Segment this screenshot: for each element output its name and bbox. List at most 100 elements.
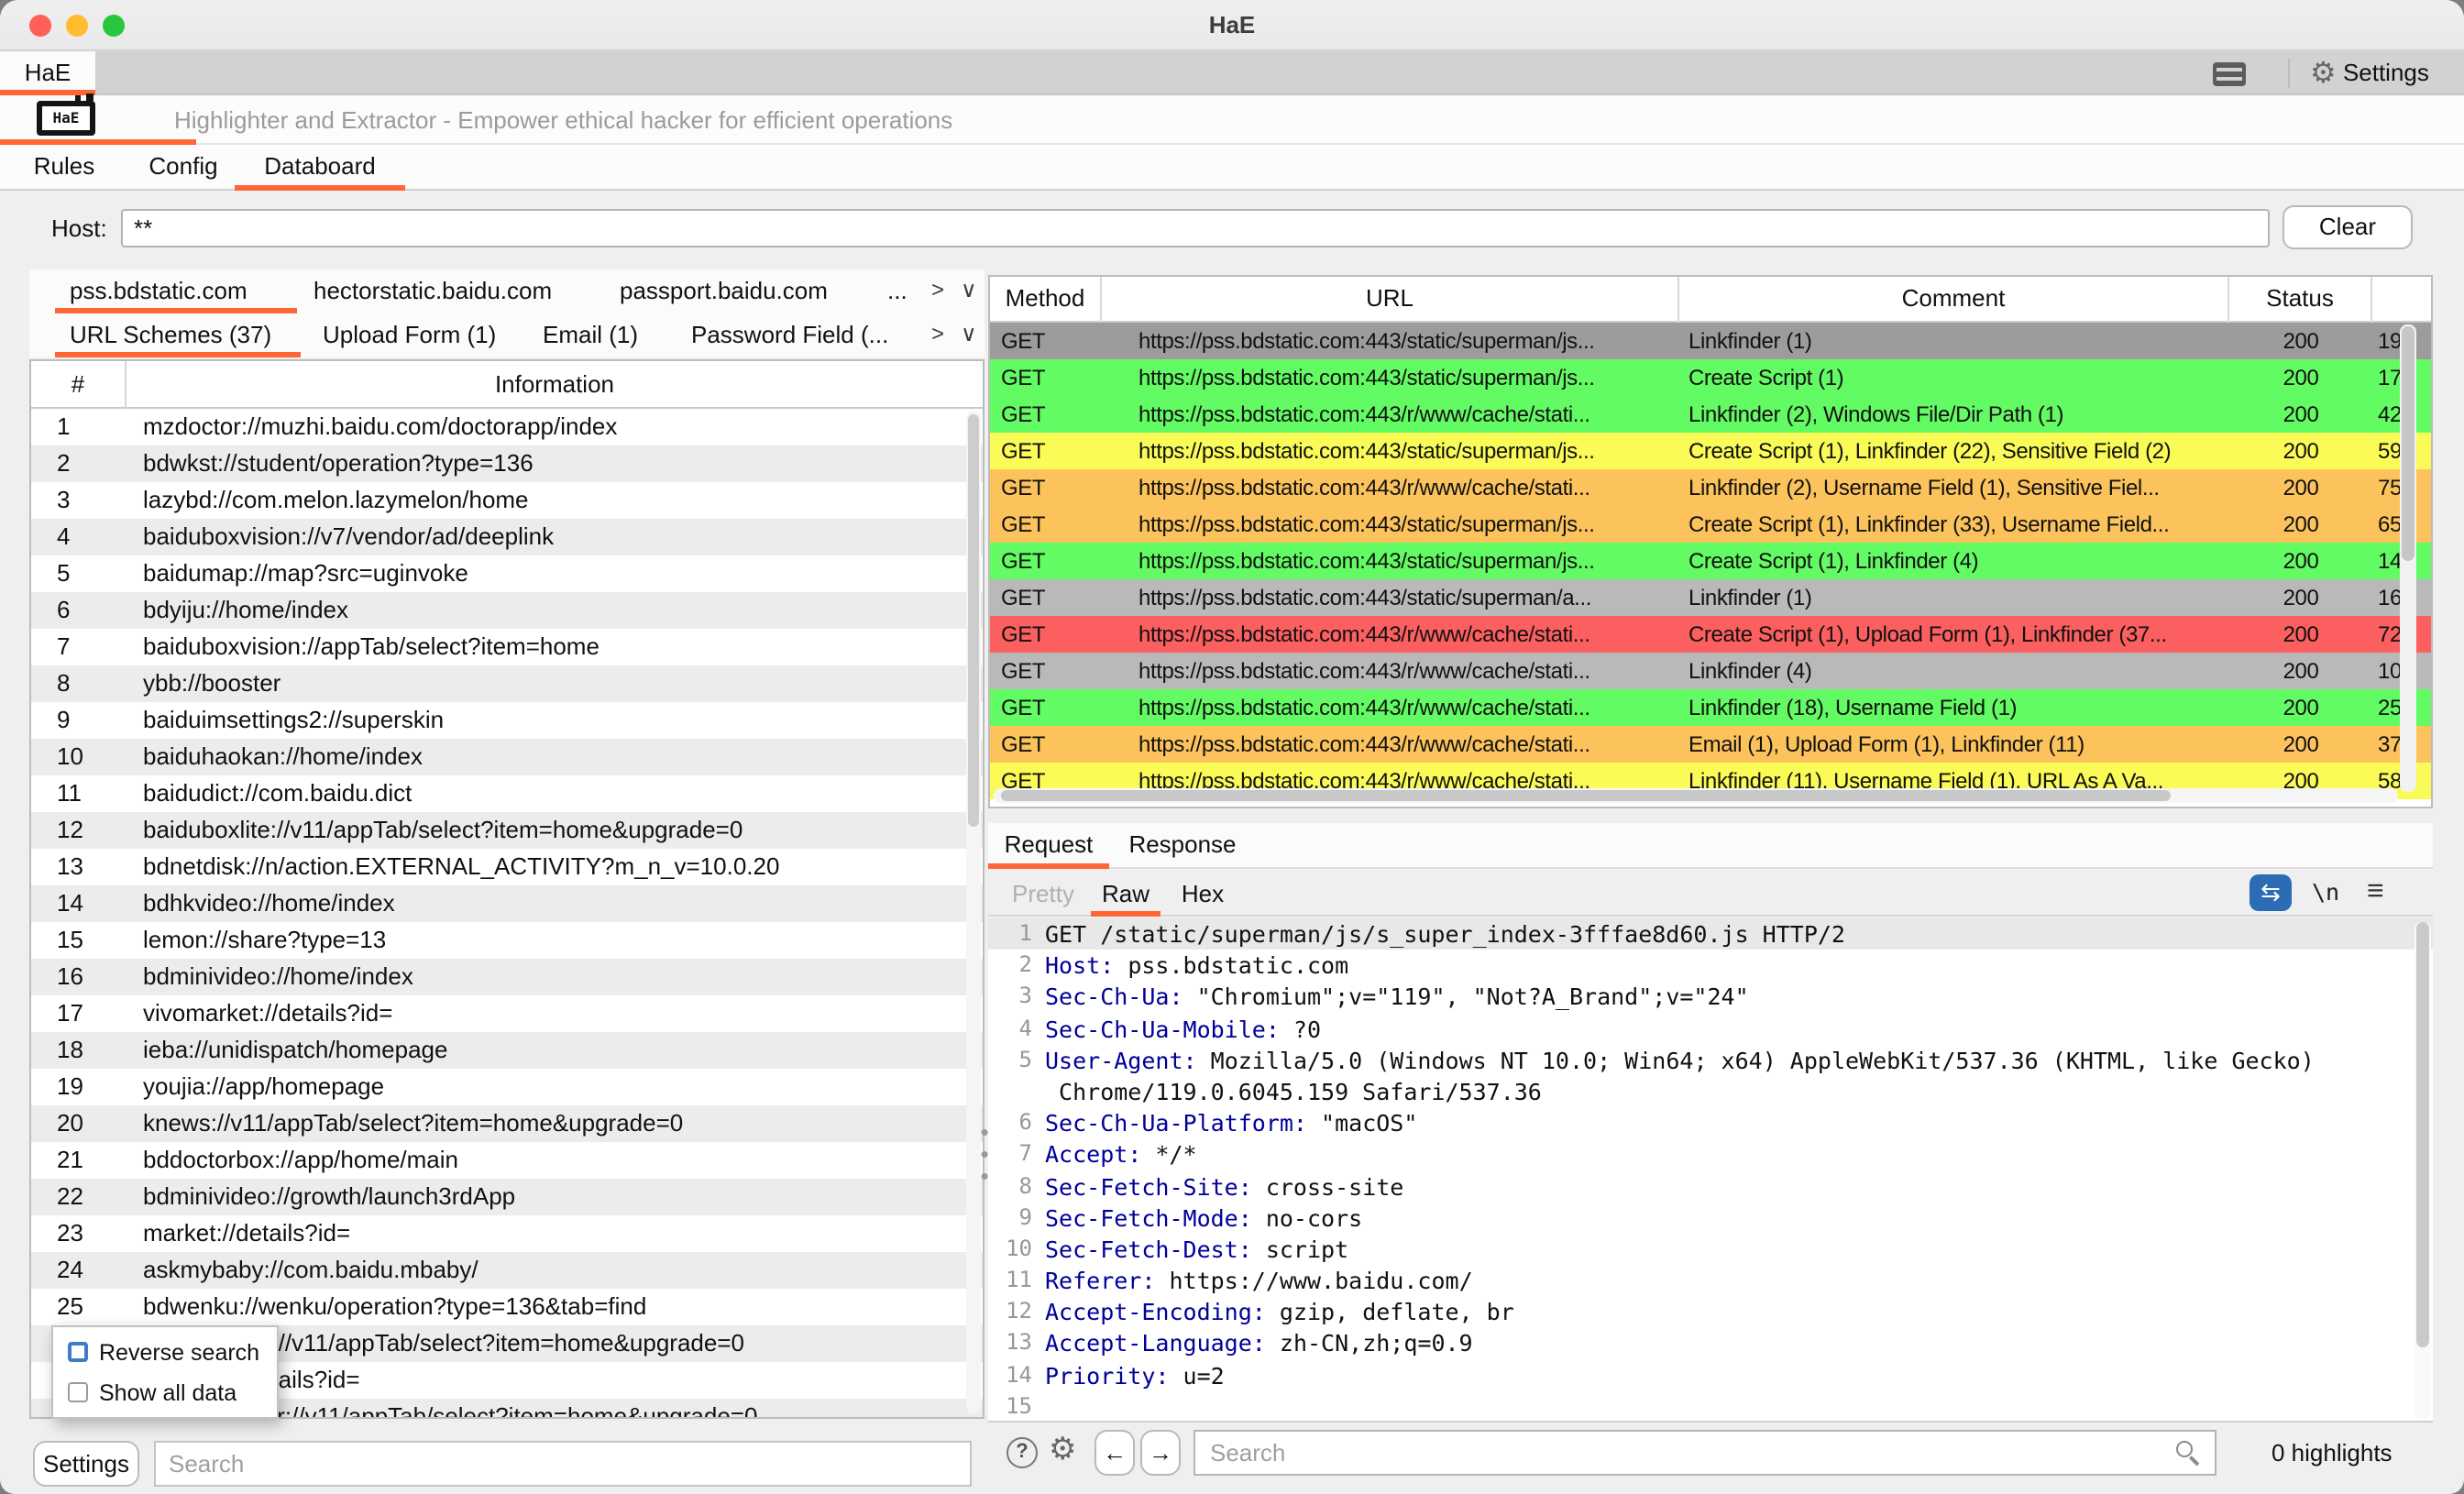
column-header-information[interactable]: Information [126, 361, 983, 409]
host-tab-passport[interactable]: passport.baidu.com [620, 269, 828, 313]
result-row[interactable]: GEThttps://pss.bdstatic.com:443/r/www/ca… [990, 396, 2431, 433]
table-row[interactable]: 18ieba://unidispatch/homepage [31, 1032, 983, 1069]
tab-hae-logo[interactable]: HaE [0, 95, 196, 145]
column-header-length[interactable] [2372, 277, 2431, 323]
table-row[interactable]: 16bdminivideo://home/index [31, 959, 983, 995]
reverse-search-checkbox[interactable] [68, 1342, 88, 1362]
table-row[interactable]: 1mzdoctor://muzhi.baidu.com/doctorapp/in… [31, 409, 983, 445]
table-row[interactable]: 7baiduboxvision://appTab/select?item=hom… [31, 629, 983, 665]
cell-status: 200 [2229, 396, 2372, 433]
information-table-scrollbar[interactable] [966, 411, 981, 1413]
result-row[interactable]: GEThttps://pss.bdstatic.com:443/r/www/ca… [990, 726, 2431, 763]
column-header-method[interactable]: Method [990, 277, 1102, 323]
scrollbar-thumb[interactable] [1001, 790, 2171, 801]
header-name: Sec-Fetch-Site: [1045, 1172, 1252, 1200]
reverse-search-option[interactable]: Reverse search [68, 1340, 259, 1368]
column-header-comment[interactable]: Comment [1679, 277, 2229, 323]
app-subtitle: Highlighter and Extractor - Empower ethi… [174, 95, 952, 145]
column-header-index[interactable]: # [31, 361, 126, 409]
table-row[interactable]: 15lemon://share?type=13 [31, 922, 983, 959]
type-tab-email[interactable]: Email (1) [543, 313, 638, 357]
type-tab-upload-form[interactable]: Upload Form (1) [323, 313, 496, 357]
result-row[interactable]: GEThttps://pss.bdstatic.com:443/static/s… [990, 433, 2431, 469]
table-row[interactable]: 9baiduimsettings2://superskin [31, 702, 983, 739]
table-row[interactable]: 24askmybaby://com.baidu.mbaby/ [31, 1252, 983, 1289]
type-tab-password-field[interactable]: Password Field (... [691, 313, 888, 357]
result-row[interactable]: GEThttps://pss.bdstatic.com:443/r/www/ca… [990, 469, 2431, 506]
row-information: bddoctorbox://app/home/main [126, 1142, 458, 1179]
table-row[interactable]: 20knews://v11/appTab/select?item=home&up… [31, 1105, 983, 1142]
request-line: 6Sec-Ch-Ua-Platform: "macOS" [988, 1107, 2433, 1138]
previous-match-button[interactable]: ← [1094, 1430, 1135, 1476]
table-row[interactable]: 6bdyiju://home/index [31, 592, 983, 629]
column-header-url[interactable]: URL [1102, 277, 1679, 323]
result-row[interactable]: GEThttps://pss.bdstatic.com:443/static/s… [990, 323, 2431, 359]
tab-config[interactable]: Config [128, 145, 238, 191]
results-horizontal-scrollbar[interactable] [994, 788, 2398, 803]
host-tab-hectorstatic[interactable]: hectorstatic.baidu.com [314, 269, 552, 313]
tab-hae[interactable]: HaE [0, 51, 97, 95]
result-row[interactable]: GEThttps://pss.bdstatic.com:443/r/www/ca… [990, 616, 2431, 653]
table-row[interactable]: 19youjia://app/homepage [31, 1069, 983, 1105]
type-tabs-next-icon[interactable]: > [931, 313, 944, 357]
help-icon[interactable]: ? [1006, 1437, 1038, 1468]
left-search-input[interactable] [154, 1441, 972, 1487]
host-tab-overflow[interactable]: ... [887, 269, 908, 313]
table-row[interactable]: 17vivomarket://details?id= [31, 995, 983, 1032]
tab-raw[interactable]: Raw [1091, 873, 1160, 917]
host-tabs-dropdown-icon[interactable]: ∨ [961, 269, 977, 313]
wrap-toggle-icon[interactable]: ⇆ [2250, 874, 2292, 911]
table-row[interactable]: 8ybb://booster [31, 665, 983, 702]
table-row[interactable]: 14bdhkvideo://home/index [31, 885, 983, 922]
result-row[interactable]: GEThttps://pss.bdstatic.com:443/static/s… [990, 506, 2431, 543]
scrollbar-thumb[interactable] [968, 414, 979, 827]
table-row[interactable]: 22bdminivideo://growth/launch3rdApp [31, 1179, 983, 1215]
show-all-data-option[interactable]: Show all data [68, 1380, 236, 1408]
tab-databoard-label: Databoard [264, 152, 375, 180]
header-value: */* [1141, 1141, 1196, 1169]
tab-request[interactable]: Request [988, 823, 1109, 869]
settings-button[interactable]: ⚙ Settings [2310, 51, 2429, 95]
editor-menu-icon[interactable]: ≡ [2367, 873, 2384, 913]
show-all-data-checkbox[interactable] [68, 1382, 88, 1402]
result-row[interactable]: GEThttps://pss.bdstatic.com:443/static/s… [990, 579, 2431, 616]
table-row[interactable]: 2bdwkst://student/operation?type=136 [31, 445, 983, 482]
results-vertical-scrollbar[interactable] [2400, 324, 2416, 792]
table-row[interactable]: 25bdwenku://wenku/operation?type=136&tab… [31, 1289, 983, 1325]
cell-status: 200 [2229, 433, 2372, 469]
scrollbar-thumb[interactable] [2402, 326, 2414, 561]
menu-icon[interactable] [2213, 62, 2246, 86]
table-row[interactable]: 12baiduboxlite://v11/appTab/select?item=… [31, 812, 983, 849]
table-row[interactable]: 13bdnetdisk://n/action.EXTERNAL_ACTIVITY… [31, 849, 983, 885]
type-tabs-dropdown-icon[interactable]: ∨ [961, 313, 977, 357]
host-tab-pss-bdstatic[interactable]: pss.bdstatic.com [70, 269, 248, 313]
scrollbar-thumb[interactable] [2416, 922, 2429, 1347]
cell-comment: Create Script (1), Linkfinder (22), Sens… [1679, 433, 2229, 469]
tab-hex[interactable]: Hex [1172, 873, 1234, 917]
tab-rules[interactable]: Rules [18, 145, 110, 191]
host-input[interactable] [121, 209, 2270, 247]
table-row[interactable]: 21bddoctorbox://app/home/main [31, 1142, 983, 1179]
tab-databoard[interactable]: Databoard [235, 145, 405, 191]
table-row[interactable]: 23market://details?id= [31, 1215, 983, 1252]
result-row[interactable]: GEThttps://pss.bdstatic.com:443/r/www/ca… [990, 653, 2431, 689]
host-tabs-next-icon[interactable]: > [931, 269, 944, 313]
column-header-status[interactable]: Status [2229, 277, 2372, 323]
editor-settings-gear-icon[interactable]: ⚙ [1049, 1432, 1077, 1468]
table-row[interactable]: 3lazybd://com.melon.lazymelon/home [31, 482, 983, 519]
editor-search-input[interactable] [1194, 1430, 2216, 1476]
table-row[interactable]: 4baiduboxvision://v7/vendor/ad/deeplink [31, 519, 983, 555]
tab-response[interactable]: Response [1109, 823, 1256, 869]
type-tab-url-schemes[interactable]: URL Schemes (37) [70, 313, 271, 357]
result-row[interactable]: GEThttps://pss.bdstatic.com:443/static/s… [990, 543, 2431, 579]
result-row[interactable]: GEThttps://pss.bdstatic.com:443/static/s… [990, 359, 2431, 396]
next-match-button[interactable]: → [1140, 1430, 1181, 1476]
table-row[interactable]: 10baiduhaokan://home/index [31, 739, 983, 775]
table-row[interactable]: 5baidumap://map?src=uginvoke [31, 555, 983, 592]
result-row[interactable]: GEThttps://pss.bdstatic.com:443/r/www/ca… [990, 689, 2431, 726]
newline-toggle-icon[interactable]: \n [2312, 874, 2339, 911]
table-row[interactable]: 11baidudict://com.baidu.dict [31, 775, 983, 812]
left-settings-button[interactable]: Settings [33, 1441, 139, 1487]
editor-scrollbar[interactable] [2414, 922, 2431, 1419]
clear-button[interactable]: Clear [2282, 205, 2413, 249]
